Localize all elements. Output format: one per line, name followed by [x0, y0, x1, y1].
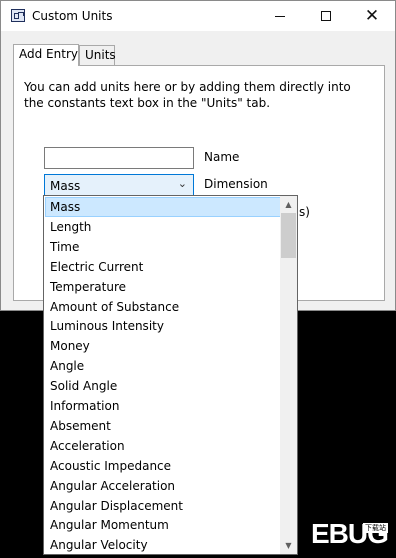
dimension-option[interactable]: Mass	[45, 197, 281, 217]
dimension-option[interactable]: Money	[45, 336, 281, 356]
dimension-option[interactable]: Time	[45, 237, 281, 257]
scrollbar-thumb[interactable]	[281, 213, 296, 258]
dimension-option[interactable]: Temperature	[45, 277, 281, 297]
name-label: Name	[204, 150, 240, 164]
dimension-option[interactable]: Angle	[45, 356, 281, 376]
watermark-badge: 下载站	[363, 523, 388, 533]
dimension-option[interactable]: Acoustic Impedance	[45, 456, 281, 476]
dimension-option[interactable]: Amount of Substance	[45, 297, 281, 317]
site-watermark: EBUG 下载站	[311, 518, 393, 554]
dimension-option[interactable]: Length	[45, 217, 281, 237]
maximize-button[interactable]	[303, 1, 349, 31]
dimension-option[interactable]: Angular Velocity	[45, 535, 281, 554]
minimize-icon	[275, 15, 285, 17]
name-input[interactable]	[44, 147, 194, 169]
window-title: Custom Units	[32, 9, 113, 23]
dimension-option[interactable]: Luminous Intensity	[45, 316, 281, 336]
dimension-dropdown-list[interactable]: Angular Velocity Angular Momentum Angular …	[43, 195, 298, 555]
obscured-label-fragment: s)	[299, 205, 310, 219]
dropdown-scrollbar[interactable]: ▲ ▼	[280, 196, 297, 554]
dimension-selected-value: Mass	[50, 179, 81, 193]
minimize-button[interactable]	[257, 1, 303, 31]
tab-add-entry[interactable]: Add Entry	[13, 44, 79, 66]
dimension-label: Dimension	[204, 177, 268, 191]
close-button[interactable]: ✕	[349, 1, 395, 31]
title-bar[interactable]: Custom Units ✕	[1, 1, 395, 31]
arrow-down-icon[interactable]: ▼	[280, 537, 297, 554]
dimension-option[interactable]: Solid Angle	[45, 376, 281, 396]
dimension-option[interactable]: Acceleration	[45, 436, 281, 456]
add-entry-description: You can add units here or by adding them…	[24, 80, 351, 110]
dimension-option[interactable]: Angular Displacement	[45, 496, 281, 516]
arrow-up-icon[interactable]: ▲	[280, 196, 297, 213]
dimension-option[interactable]: Information	[45, 396, 281, 416]
maximize-icon	[321, 11, 331, 21]
dimension-option[interactable]: Angular Acceleration	[45, 476, 281, 496]
calculator-icon	[11, 9, 25, 22]
chevron-down-icon: ⌄	[177, 177, 187, 190]
dimension-option[interactable]: Electric Current	[45, 257, 281, 277]
dimension-option[interactable]: Angular Momentum	[45, 515, 281, 535]
dimension-option[interactable]: Absement	[45, 416, 281, 436]
dimension-select[interactable]: Mass ⌄	[44, 174, 194, 196]
tab-units[interactable]: Units	[79, 45, 116, 65]
